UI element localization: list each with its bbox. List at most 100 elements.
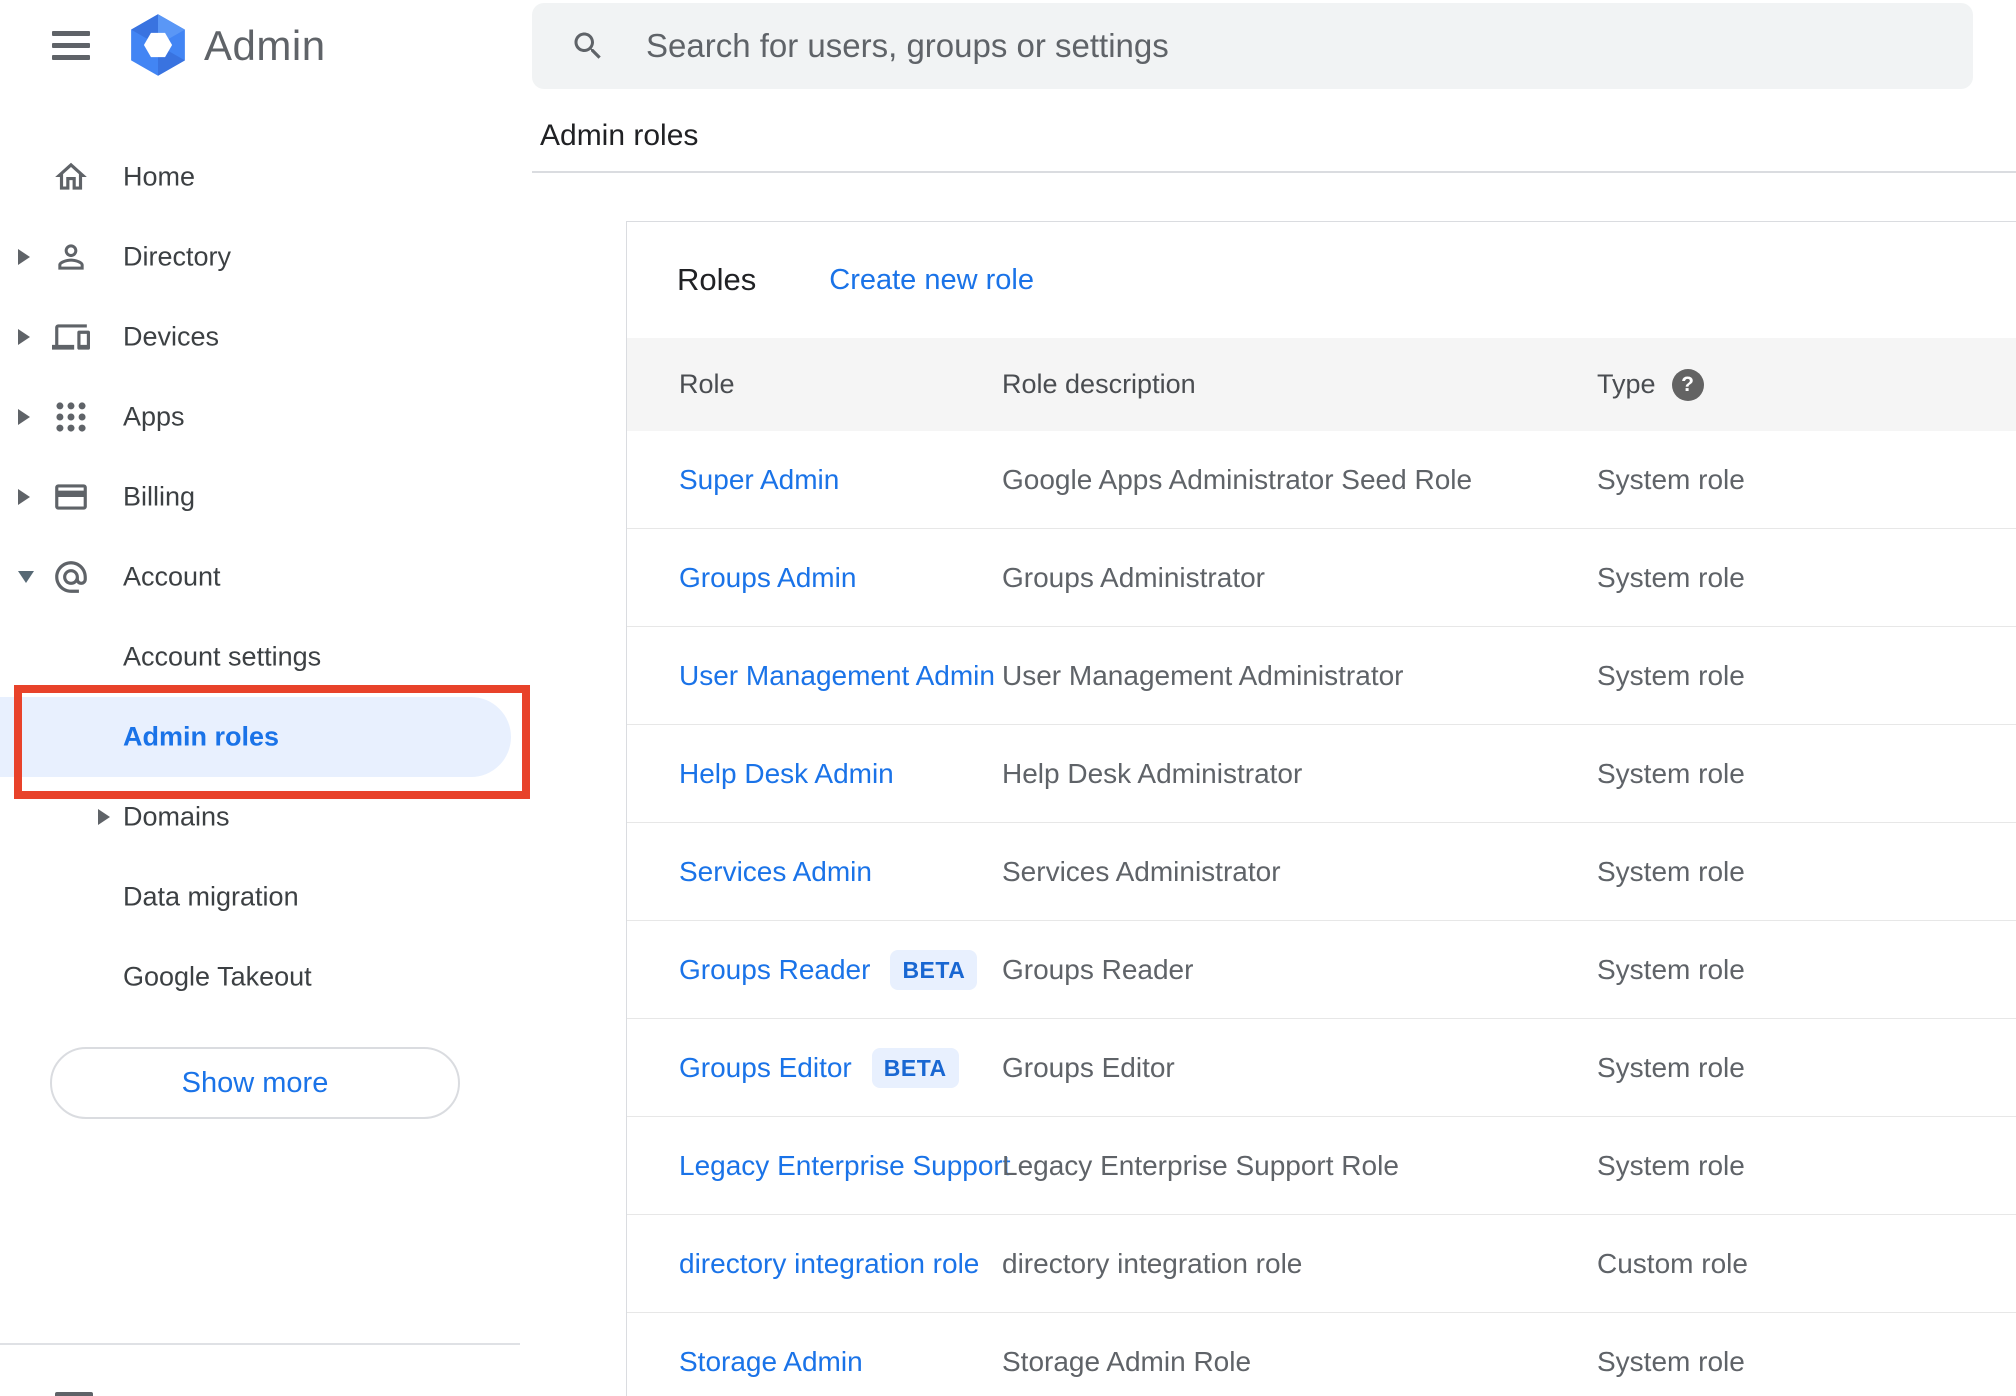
brand-name: Admin [204, 22, 326, 69]
create-new-role-link[interactable]: Create new role [829, 264, 1034, 297]
apps-grid-icon [52, 398, 90, 436]
role-cell: directory integration role [627, 1248, 1002, 1280]
role-cell: Help Desk Admin [627, 758, 1002, 790]
role-cell: User Management Admin [627, 660, 1002, 692]
role-description: Groups Reader [1002, 953, 1194, 985]
role-link[interactable]: Storage Admin [679, 1346, 863, 1378]
table-row: Services Admin Services Administrator Sy… [627, 823, 2016, 921]
role-link[interactable]: directory integration role [679, 1248, 979, 1280]
search-icon [570, 28, 606, 64]
sidebar-item-domains[interactable]: Domains [0, 777, 514, 857]
role-cell: Groups Reader BETA [627, 949, 1002, 990]
roles-card-header: Roles Create new role [627, 222, 2016, 338]
beta-badge: BETA [890, 949, 978, 990]
sidebar-nav: Home Directory Devices Apps Billing Acco… [0, 137, 514, 1017]
role-description: Google Apps Administrator Seed Role [1002, 463, 1473, 495]
role-description: Help Desk Administrator [1002, 757, 1303, 789]
role-type: Custom role [1597, 1247, 1748, 1279]
sidebar-item-account[interactable]: Account [0, 537, 514, 617]
role-link[interactable]: Groups Editor [679, 1052, 852, 1084]
role-link[interactable]: Help Desk Admin [679, 758, 894, 790]
role-description: Services Administrator [1002, 855, 1281, 887]
search-input[interactable]: Search for users, groups or settings [532, 3, 1973, 89]
search-placeholder: Search for users, groups or settings [646, 27, 1169, 64]
partial-bottom-icon [55, 1392, 93, 1396]
role-description: Legacy Enterprise Support Role [1002, 1149, 1399, 1181]
sidebar-item-account-settings[interactable]: Account settings [0, 617, 514, 697]
sidebar: Admin Home Directory Devices Apps Billin… [0, 0, 530, 1396]
column-header-type: Type ? [1597, 368, 2016, 401]
at-sign-icon [52, 558, 90, 596]
chevron-right-icon[interactable] [18, 489, 30, 505]
role-cell: Groups Admin [627, 562, 1002, 594]
credit-card-icon [52, 478, 90, 516]
table-row: Storage Admin Storage Admin Role System … [627, 1313, 2016, 1396]
table-row: Help Desk Admin Help Desk Administrator … [627, 725, 2016, 823]
beta-badge: BETA [871, 1047, 959, 1088]
role-description: Groups Administrator [1002, 561, 1265, 593]
sidebar-item-home[interactable]: Home [0, 137, 514, 217]
google-admin-console: Admin Home Directory Devices Apps Billin… [0, 0, 2016, 1396]
sidebar-item-billing[interactable]: Billing [0, 457, 514, 537]
role-cell: Super Admin [627, 464, 1002, 496]
table-row: Groups Admin Groups Administrator System… [627, 529, 2016, 627]
chevron-right-icon[interactable] [18, 329, 30, 345]
role-type: System role [1597, 1149, 1745, 1181]
chevron-right-icon[interactable] [98, 809, 110, 825]
role-description: Groups Editor [1002, 1051, 1175, 1083]
role-description: Storage Admin Role [1002, 1345, 1252, 1377]
chevron-right-icon[interactable] [18, 409, 30, 425]
role-description: directory integration role [1002, 1247, 1303, 1279]
column-header-type-label: Type [1597, 369, 1656, 399]
table-row: User Management Admin User Management Ad… [627, 627, 2016, 725]
sidebar-item-admin-roles[interactable]: Admin roles [0, 697, 514, 777]
role-link[interactable]: Groups Reader [679, 954, 870, 986]
role-type: System role [1597, 1345, 1745, 1377]
sidebar-item-google-takeout[interactable]: Google Takeout [0, 937, 514, 1017]
column-header-description: Role description [1002, 369, 1196, 399]
chevron-down-icon[interactable] [18, 571, 34, 583]
table-row: directory integration role directory int… [627, 1215, 2016, 1313]
role-link[interactable]: Legacy Enterprise Support [679, 1150, 1011, 1182]
role-type: System role [1597, 953, 1745, 985]
role-type: System role [1597, 757, 1745, 789]
role-cell: Storage Admin [627, 1346, 1002, 1378]
sidebar-item-directory[interactable]: Directory [0, 217, 514, 297]
sidebar-item-devices[interactable]: Devices [0, 297, 514, 377]
roles-card: Roles Create new role Role Role descript… [626, 221, 2016, 1396]
role-link[interactable]: Groups Admin [679, 562, 856, 594]
role-cell: Legacy Enterprise Support [627, 1150, 1011, 1182]
role-link[interactable]: User Management Admin [679, 660, 995, 692]
role-link[interactable]: Super Admin [679, 464, 839, 496]
roles-table-body: Super Admin Google Apps Administrator Se… [627, 431, 2016, 1396]
home-icon [52, 158, 90, 196]
table-header-row: Role Role description Type ? [627, 338, 2016, 431]
breadcrumb: Admin roles [540, 119, 699, 152]
column-header-role: Role [679, 369, 735, 399]
person-icon [52, 238, 90, 276]
role-link[interactable]: Services Admin [679, 856, 872, 888]
role-description: User Management Administrator [1002, 659, 1404, 691]
menu-icon[interactable] [52, 31, 90, 60]
sidebar-bottom-divider [0, 1343, 520, 1345]
role-type: System role [1597, 855, 1745, 887]
table-row: Groups Reader BETA Groups Reader System … [627, 921, 2016, 1019]
admin-logo-icon [126, 13, 190, 77]
chevron-right-icon[interactable] [18, 249, 30, 265]
header-divider [532, 171, 2016, 173]
role-cell: Groups Editor BETA [627, 1047, 1002, 1088]
table-row: Super Admin Google Apps Administrator Se… [627, 431, 2016, 529]
card-title: Roles [677, 262, 757, 297]
devices-icon [52, 318, 90, 356]
sidebar-item-apps[interactable]: Apps [0, 377, 514, 457]
sidebar-item-data-migration[interactable]: Data migration [0, 857, 514, 937]
role-cell: Services Admin [627, 856, 1002, 888]
role-type: System role [1597, 463, 1745, 495]
role-type: System role [1597, 1051, 1745, 1083]
brand-header: Admin [0, 0, 514, 90]
role-type: System role [1597, 659, 1745, 691]
help-icon[interactable]: ? [1671, 368, 1704, 401]
table-row: Legacy Enterprise Support Legacy Enterpr… [627, 1117, 2016, 1215]
role-type: System role [1597, 561, 1745, 593]
show-more-button[interactable]: Show more [50, 1047, 460, 1119]
